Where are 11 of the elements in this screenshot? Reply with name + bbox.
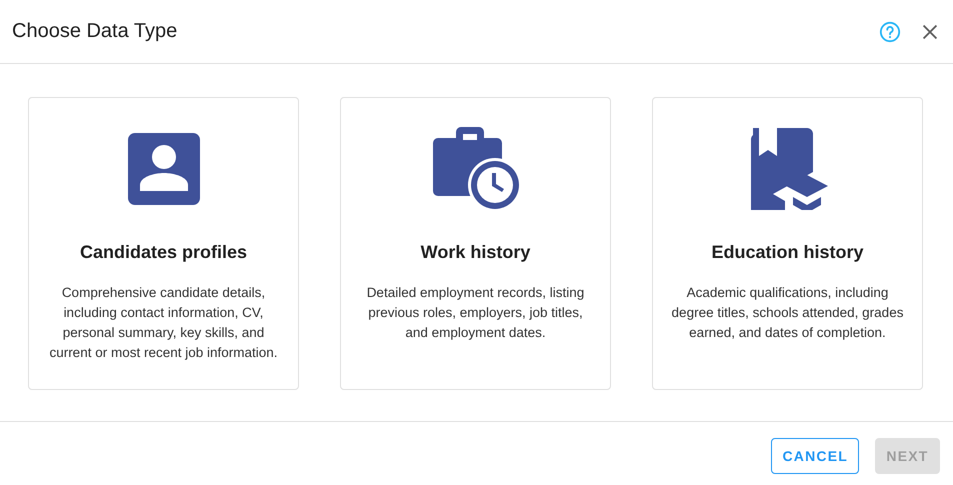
card-title: Education history <box>711 242 864 263</box>
card-description: Detailed employment records, listing previous roles, employers, job titles, and employment dates. <box>366 284 586 342</box>
card-description: Academic qualifications, including degree titles, schools attended, grades earned, and dates of completion. <box>671 284 904 342</box>
dialog-title: Choose Data Type <box>12 20 178 43</box>
card-title: Work history <box>420 242 530 263</box>
data-type-card[interactable]: Education history Academic qualifications, including degree titles, schools attended, grades earned, and dates of completion. <box>652 97 923 390</box>
card-description: Comprehensive candidate details, including contact information, CV, personal summary, key skills, and current or most recent job information. <box>48 284 279 362</box>
data-type-card[interactable]: Work history Detailed employment records, listing previous roles, employers, job titles, and employment dates. <box>340 97 611 390</box>
data-type-card[interactable]: Candidates profiles Comprehensive candidate details, including contact information, CV, personal summary, key skills, and current or most recent job information. <box>28 97 299 390</box>
card-title: Candidates profiles <box>80 242 248 263</box>
contact-card-icon <box>128 133 200 205</box>
